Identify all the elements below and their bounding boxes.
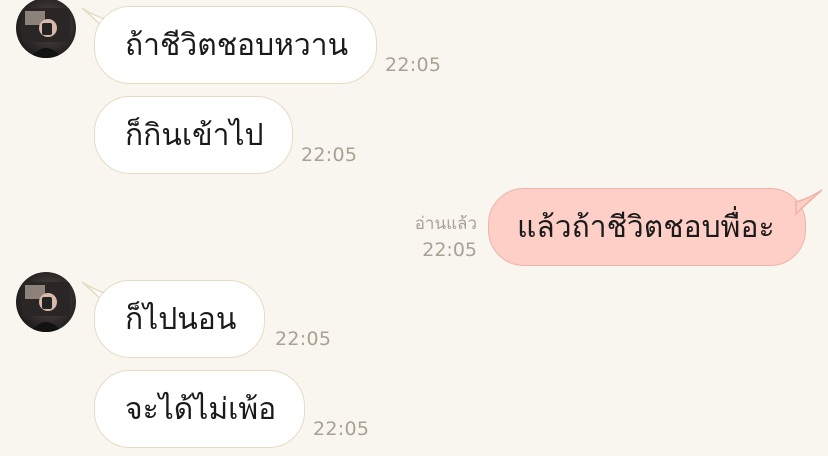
avatar-photo-icon	[22, 282, 70, 332]
message-timestamp: 22:05	[313, 418, 370, 440]
avatar-photo-icon	[22, 8, 70, 58]
message-timestamp: 22:05	[275, 328, 332, 350]
message-bubble-incoming[interactable]: จะได้ไม่เพ้อ	[94, 370, 306, 448]
message-timestamp: 22:05	[301, 144, 358, 166]
read-receipt: อ่านแล้ว 22:05	[415, 210, 477, 261]
read-status-label: อ่านแล้ว	[414, 214, 477, 234]
message-text: ถ้าชีวิตชอบหวาน	[125, 27, 349, 63]
message-text: จะได้ไม่เพ้อ	[125, 391, 277, 427]
message-bubble-incoming[interactable]: ก็กินเข้าไป	[94, 96, 293, 174]
message-bubble-outgoing[interactable]: แล้วถ้าชีวิตชอบพื่อะ	[488, 188, 806, 266]
contact-avatar[interactable]	[16, 0, 76, 58]
message-bubble-incoming[interactable]: ถ้าชีวิตชอบหวาน	[94, 6, 378, 84]
message-text: แล้วถ้าชีวิตชอบพื่อะ	[517, 209, 775, 245]
bubble-tail	[795, 189, 823, 216]
message-text: ก็ไปนอน	[125, 301, 237, 337]
contact-avatar[interactable]	[16, 272, 76, 332]
message-timestamp: 22:05	[385, 54, 442, 76]
message-text: ก็กินเข้าไป	[125, 117, 264, 153]
message-bubble-incoming[interactable]: ก็ไปนอน	[94, 280, 266, 358]
message-timestamp: 22:05	[422, 239, 477, 261]
